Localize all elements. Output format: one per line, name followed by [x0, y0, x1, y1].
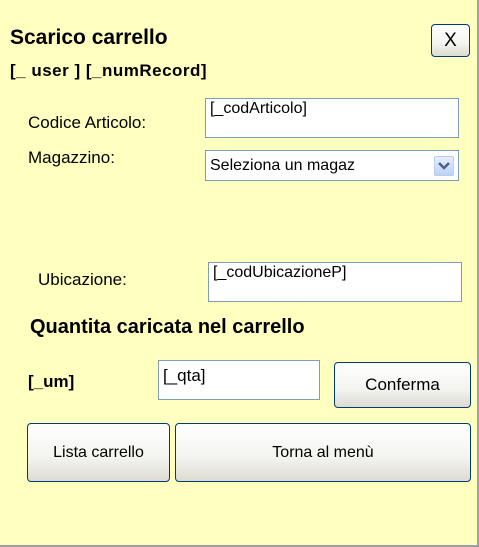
dropdown-button[interactable]	[434, 155, 454, 176]
close-button[interactable]: X	[431, 24, 470, 57]
magazzino-selected-value: Seleziona un magaz	[210, 156, 355, 174]
close-label: X	[444, 29, 457, 51]
ubicazione-field[interactable]: [_codUbicazioneP]	[208, 262, 462, 302]
magazzino-select[interactable]: Seleziona un magaz	[205, 150, 459, 181]
conferma-button[interactable]: Conferma	[334, 362, 471, 408]
qta-field[interactable]: [_qta]	[158, 360, 320, 400]
window-title: Scarico carrello	[10, 26, 168, 49]
lista-carrello-button[interactable]: Lista carrello	[27, 423, 170, 482]
ubicazione-label: Ubicazione:	[38, 270, 127, 289]
magazzino-label: Magazzino:	[28, 148, 115, 167]
um-label: [_um]	[28, 372, 75, 391]
conferma-label: Conferma	[365, 375, 440, 394]
chevron-down-icon	[438, 161, 450, 170]
torna-menu-label: Torna al menù	[272, 443, 374, 461]
torna-menu-button[interactable]: Torna al menù	[175, 423, 471, 482]
codice-articolo-field[interactable]: [_codArticolo]	[205, 98, 459, 138]
lista-carrello-label: Lista carrello	[53, 443, 144, 461]
quantity-heading: Quantita caricata nel carrello	[30, 316, 305, 338]
codice-articolo-label: Codice Articolo:	[28, 113, 147, 132]
user-record-label: [_ user ] [_numRecord]	[10, 61, 208, 80]
